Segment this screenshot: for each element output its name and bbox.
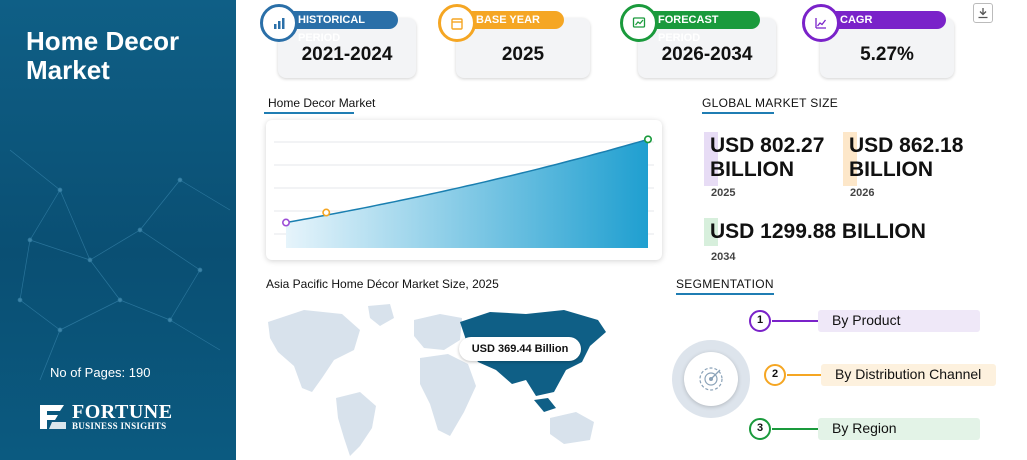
segment-number-2: 2: [764, 364, 786, 386]
market-size-2026-line2: BILLION: [849, 158, 933, 181]
segment-item-2[interactable]: By Distribution Channel: [835, 366, 981, 382]
market-size-2034-year: 2034: [711, 251, 736, 263]
market-size-2026-year: 2026: [850, 187, 875, 199]
download-button[interactable]: [973, 3, 993, 23]
indonesia-shape: [534, 398, 556, 412]
asia-pacific-value: USD 369.44 Billion: [459, 337, 581, 361]
logo-sub-text: BUSINESS INSIGHTS: [72, 420, 167, 431]
north-america-shape: [268, 310, 360, 392]
growth-chart-icon: [802, 4, 840, 42]
south-america-shape: [336, 392, 376, 456]
chart-point-2026: [322, 208, 331, 217]
card-value: 2025: [501, 44, 545, 65]
market-chart: [266, 120, 662, 260]
card-value: 2026-2034: [661, 44, 753, 65]
segmentation-hub: [684, 352, 738, 406]
world-map: [268, 304, 606, 456]
report-title-line1: Home Decor: [26, 26, 180, 56]
segment-number-1: 1: [749, 310, 771, 332]
fortune-logo-icon: [40, 405, 66, 429]
chart-area: [286, 139, 648, 248]
market-size-2025-year: 2025: [711, 187, 736, 199]
chart-section-label: Home Decor Market: [268, 96, 376, 110]
segmentation-underline: [676, 293, 774, 295]
logo-main-text: FORTUNE: [72, 400, 173, 423]
market-size-2025: USD 802.27 BILLION: [710, 134, 824, 182]
segment-item-1[interactable]: By Product: [832, 312, 900, 328]
page-count: No of Pages: 190: [50, 365, 151, 380]
forecast-chart-icon: [620, 4, 658, 42]
greenland-shape: [368, 304, 394, 326]
segment-connector: [787, 374, 821, 376]
map-section-label: Asia Pacific Home Décor Market Size, 202…: [266, 277, 499, 291]
report-title: Home Decor Market: [26, 27, 226, 85]
download-icon: [978, 8, 988, 19]
market-chart-svg: [274, 135, 654, 248]
africa-shape: [420, 354, 476, 436]
europe-shape: [414, 314, 462, 350]
segment-number-3: 3: [749, 418, 771, 440]
chart-point-2034: [643, 135, 652, 144]
segmentation-target-icon: [699, 367, 723, 391]
market-size-2034: USD 1299.88 BILLION: [710, 220, 926, 243]
segmentation-label: SEGMENTATION: [676, 277, 774, 291]
chart-point-2025: [281, 218, 290, 227]
market-size-2026-line1: USD 862.18: [849, 134, 964, 157]
market-size-2026: USD 862.18 BILLION: [849, 134, 963, 182]
sidebar: Home Decor Market No of Pages: 190 FORTU…: [0, 0, 236, 460]
bar-chart-icon: [260, 4, 298, 42]
calendar-icon: [438, 4, 476, 42]
report-title-line2: Market: [26, 55, 110, 85]
segment-connector: [772, 320, 818, 322]
card-value: 5.27%: [860, 44, 914, 65]
card-value: 2021-2024: [301, 44, 393, 65]
segment-item-3[interactable]: By Region: [832, 420, 897, 436]
segment-connector: [772, 428, 818, 430]
market-size-2025-line1: USD 802.27: [710, 134, 825, 157]
global-market-label: GLOBAL MARKET SIZE: [702, 96, 839, 110]
market-size-2025-line2: BILLION: [710, 158, 794, 181]
australia-shape: [550, 412, 594, 444]
global-label-underline: [702, 112, 774, 114]
fortune-logo: FORTUNE BUSINESS INSIGHTS: [38, 400, 173, 434]
chart-label-underline: [264, 112, 354, 114]
